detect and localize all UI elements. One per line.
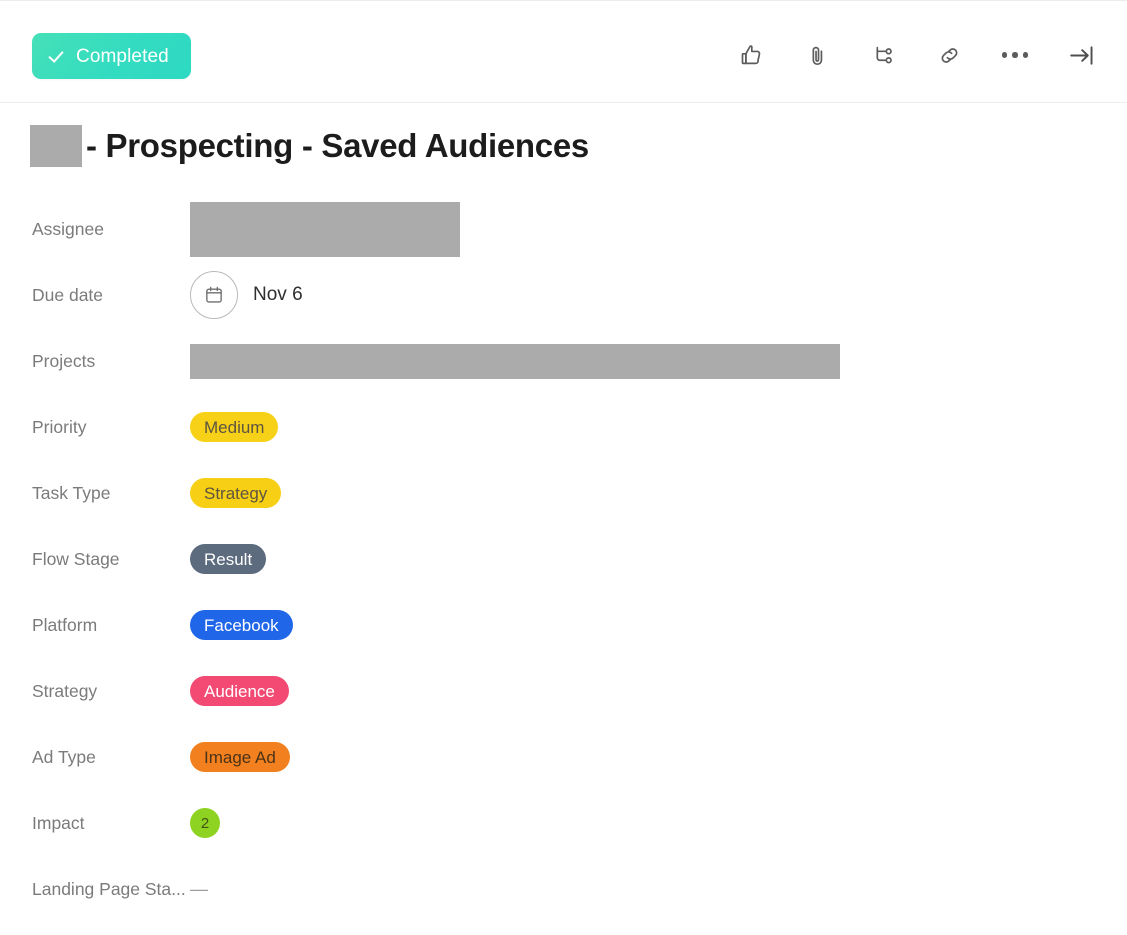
field-label-strategy: Strategy [0, 681, 190, 702]
ellipsis-dots [1002, 52, 1029, 58]
field-label-due-date: Due date [0, 285, 190, 306]
assignee-redaction [190, 202, 460, 257]
field-label-projects: Projects [0, 351, 190, 372]
field-row-priority: Priority Medium [0, 394, 1127, 460]
field-value-projects[interactable] [190, 344, 1127, 379]
task-detail-panel: Completed [0, 0, 1127, 935]
status-button-label: Completed [76, 47, 169, 66]
task-type-pill[interactable]: Strategy [190, 478, 281, 508]
field-value-strategy[interactable]: Audience [190, 676, 1127, 706]
more-icon[interactable] [991, 31, 1039, 79]
field-row-landing-page-status: Landing Page Sta... — [0, 856, 1127, 922]
collapse-panel-icon[interactable] [1057, 31, 1105, 79]
field-row-ad-type: Ad Type Image Ad [0, 724, 1127, 790]
field-row-projects: Projects [0, 328, 1127, 394]
page-title[interactable]: - Prospecting - Saved Audiences [30, 122, 589, 170]
title-redaction [30, 125, 82, 167]
field-value-due-date[interactable]: Nov 6 [190, 271, 1127, 319]
link-icon[interactable] [925, 31, 973, 79]
field-row-platform: Platform Facebook [0, 592, 1127, 658]
impact-pill[interactable]: 2 [190, 808, 220, 838]
field-row-impact: Impact 2 [0, 790, 1127, 856]
header-actions [727, 31, 1105, 79]
field-row-due-date: Due date Nov 6 [0, 262, 1127, 328]
field-value-impact[interactable]: 2 [190, 808, 1127, 838]
field-label-assignee: Assignee [0, 219, 190, 240]
priority-pill[interactable]: Medium [190, 412, 278, 442]
task-header: Completed [0, 1, 1127, 103]
field-label-platform: Platform [0, 615, 190, 636]
check-icon [50, 48, 67, 65]
landing-page-status-empty: — [190, 879, 208, 900]
field-label-landing-page-status: Landing Page Sta... [0, 879, 190, 900]
field-label-flow-stage: Flow Stage [0, 549, 190, 570]
subtask-icon[interactable] [859, 31, 907, 79]
field-label-priority: Priority [0, 417, 190, 438]
platform-pill[interactable]: Facebook [190, 610, 293, 640]
like-icon[interactable] [727, 31, 775, 79]
field-row-flow-stage: Flow Stage Result [0, 526, 1127, 592]
due-date-value: Nov 6 [253, 284, 303, 306]
field-label-task-type: Task Type [0, 483, 190, 504]
ad-type-pill[interactable]: Image Ad [190, 742, 290, 772]
field-value-ad-type[interactable]: Image Ad [190, 742, 1127, 772]
field-value-priority[interactable]: Medium [190, 412, 1127, 442]
field-value-platform[interactable]: Facebook [190, 610, 1127, 640]
task-fields: Assignee Due date Nov [0, 196, 1127, 922]
page-title-text: - Prospecting - Saved Audiences [86, 127, 589, 165]
paperclip-icon[interactable] [793, 31, 841, 79]
field-value-landing-page-status[interactable]: — [190, 879, 1127, 900]
field-row-assignee: Assignee [0, 196, 1127, 262]
field-value-task-type[interactable]: Strategy [190, 478, 1127, 508]
flow-stage-pill[interactable]: Result [190, 544, 266, 574]
field-label-impact: Impact [0, 813, 190, 834]
field-row-strategy: Strategy Audience [0, 658, 1127, 724]
projects-redaction [190, 344, 840, 379]
calendar-icon [190, 271, 238, 319]
status-completed-button[interactable]: Completed [32, 33, 191, 79]
field-value-assignee[interactable] [190, 202, 1127, 257]
field-row-task-type: Task Type Strategy [0, 460, 1127, 526]
strategy-pill[interactable]: Audience [190, 676, 289, 706]
field-value-flow-stage[interactable]: Result [190, 544, 1127, 574]
field-label-ad-type: Ad Type [0, 747, 190, 768]
